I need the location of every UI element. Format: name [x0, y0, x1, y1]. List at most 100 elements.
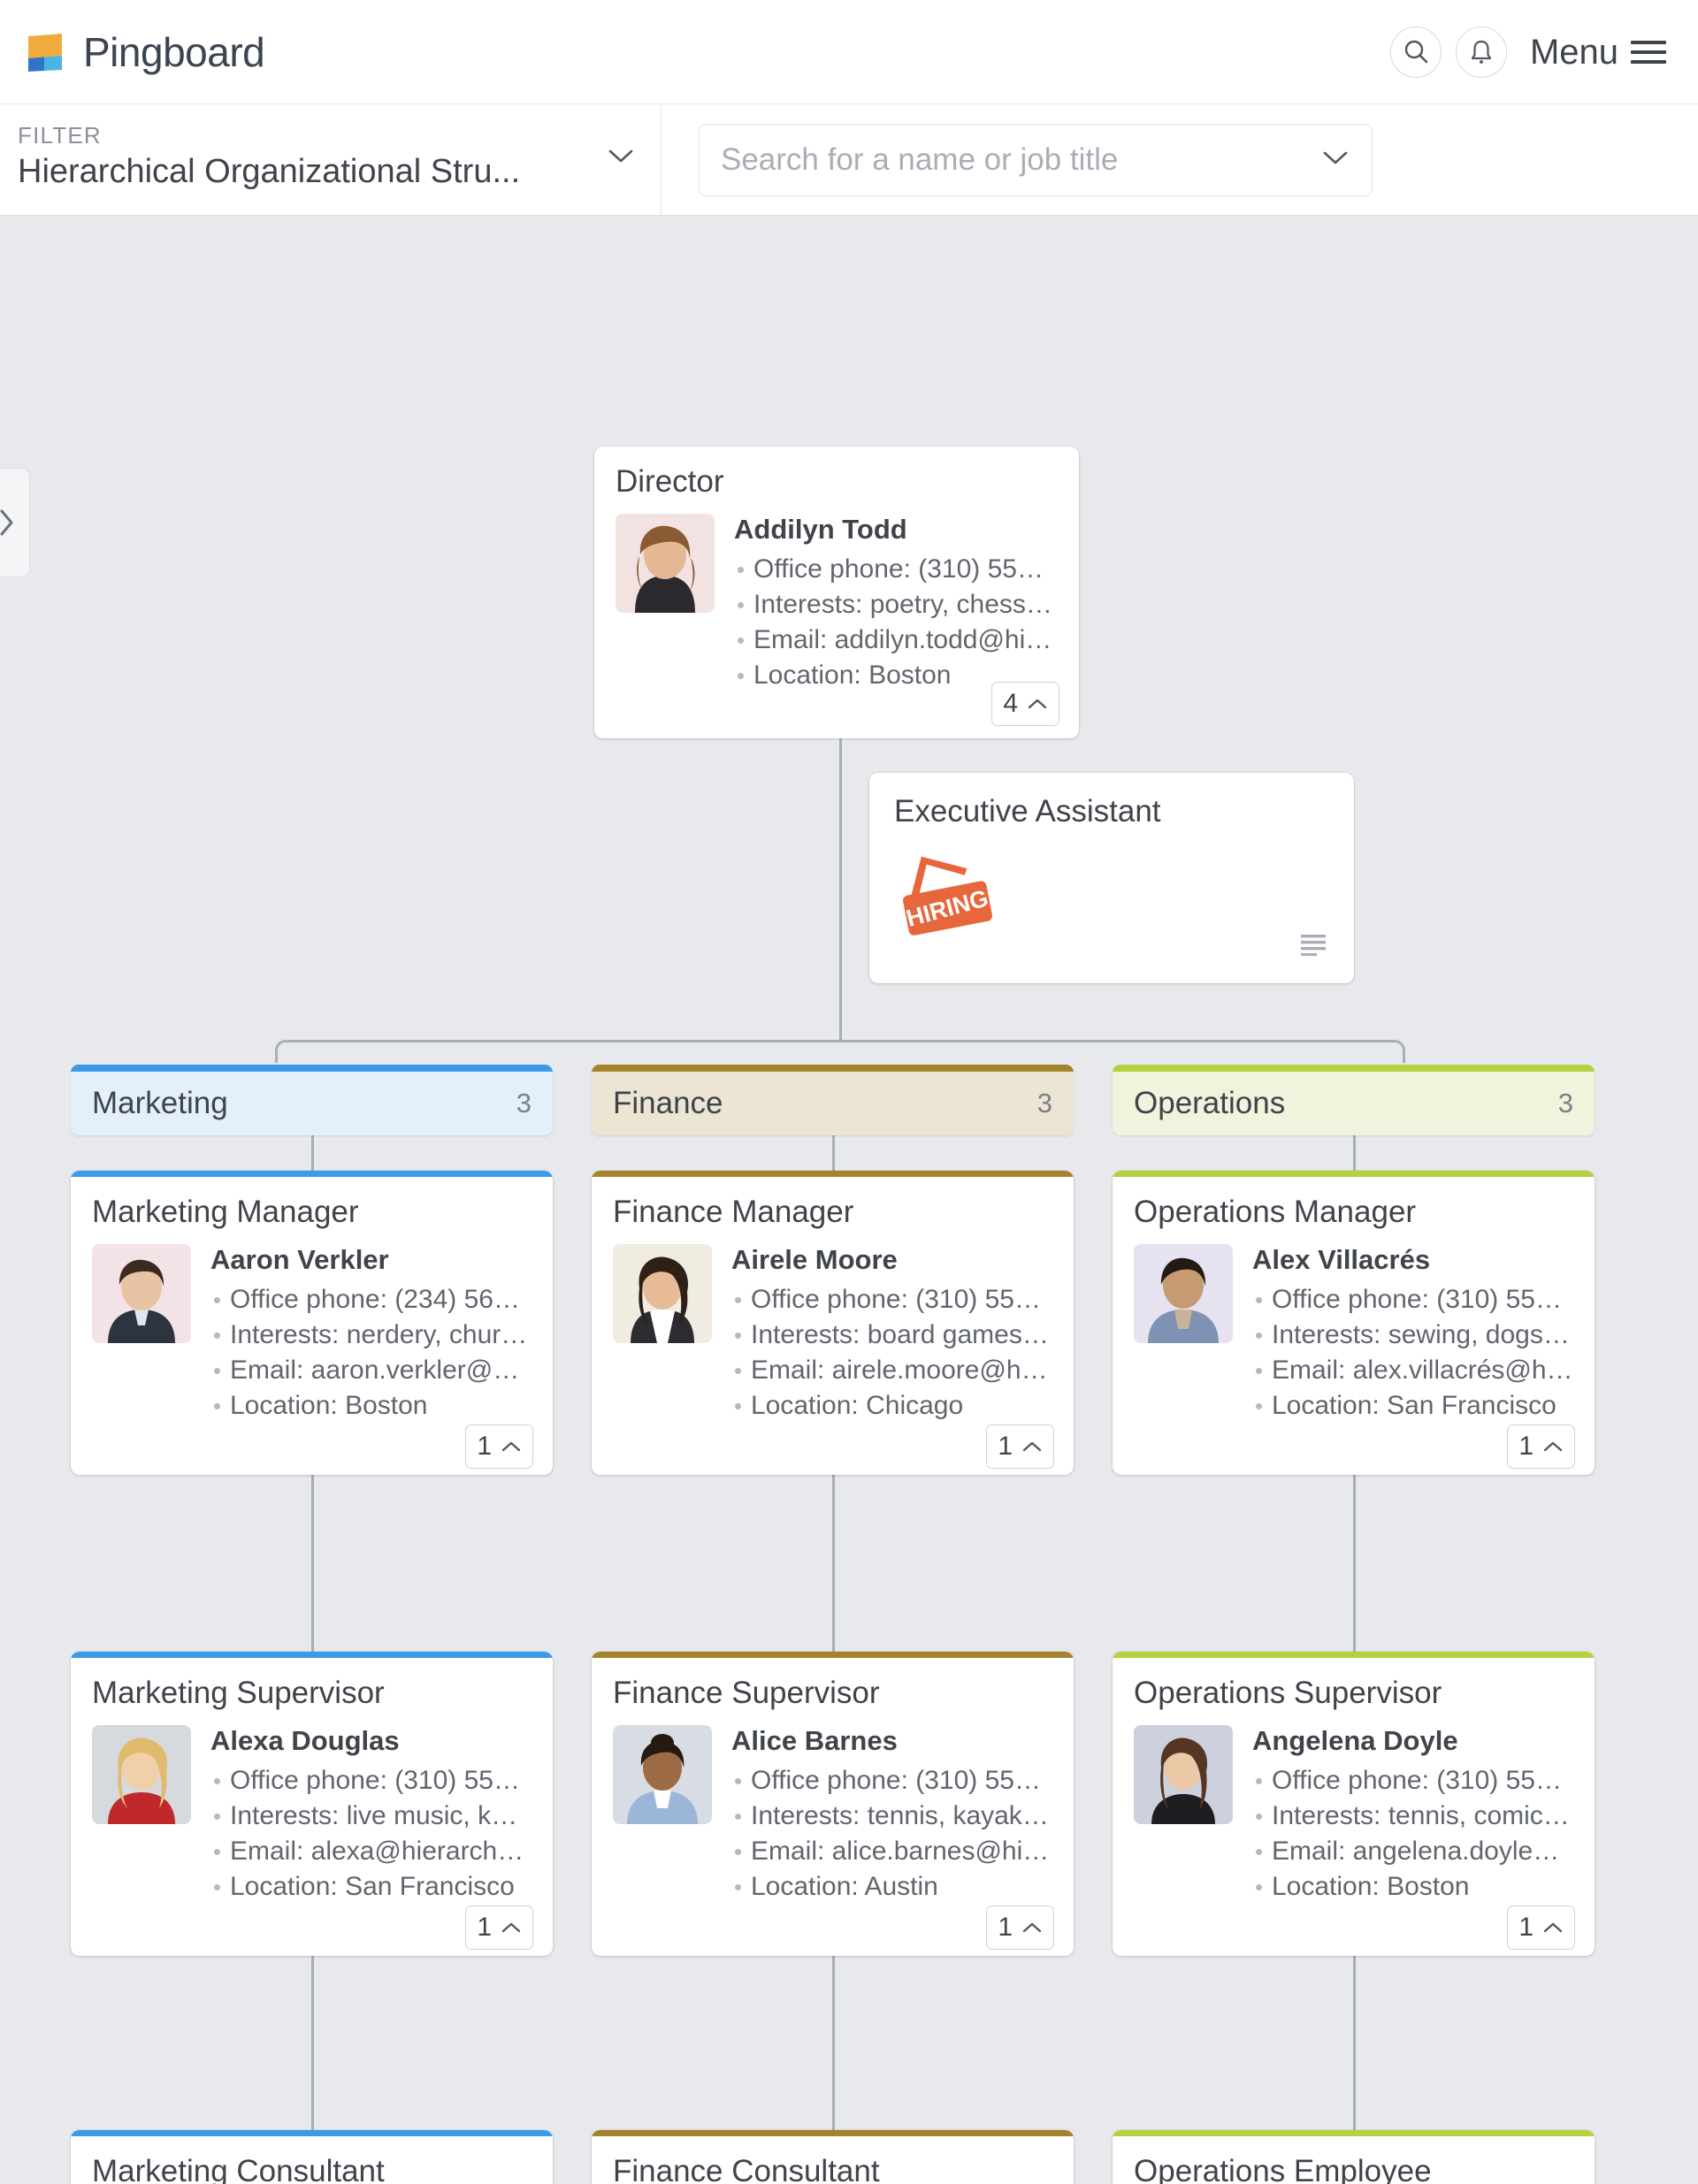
avatar — [613, 1725, 712, 1824]
card-accent — [592, 2130, 1074, 2136]
direct-reports-toggle[interactable]: 1 — [465, 1905, 533, 1950]
direct-reports-toggle[interactable]: 1 — [465, 1424, 533, 1469]
avatar — [92, 1725, 191, 1824]
search-combobox[interactable] — [699, 124, 1373, 196]
attr-email: Email: angelena.doyle@hi... — [1252, 1834, 1573, 1869]
search-input[interactable] — [721, 142, 1322, 178]
attr-location: Location: Chicago — [731, 1388, 1052, 1424]
direct-reports-toggle[interactable]: 1 — [1507, 1424, 1575, 1469]
direct-reports-toggle[interactable]: 1 — [1507, 1905, 1575, 1950]
department-count: 3 — [1036, 1088, 1052, 1119]
card-body: Marketing Consultant Anicet Babin — [71, 2136, 553, 2184]
filter-value: Hierarchical Organizational Stru... — [18, 153, 521, 190]
department-name: Marketing — [92, 1086, 228, 1120]
person: Angelena Doyle Office phone: (310) 555-4… — [1134, 1725, 1573, 1905]
card-accent — [592, 1171, 1074, 1177]
person: Addilyn Todd Office phone: (310) 555-1..… — [616, 514, 1058, 693]
node-card-operations-supervisor[interactable]: Operations Supervisor Angelena Doyle Off… — [1113, 1652, 1595, 1956]
job-title: Finance Manager — [613, 1195, 854, 1229]
direct-reports-count: 1 — [477, 1913, 492, 1942]
avatar — [92, 1244, 191, 1343]
node-card-marketing-manager[interactable]: Marketing Manager Aaron Verkler Office p… — [71, 1171, 553, 1475]
attr-office-phone: Office phone: (310) 555-0... — [731, 1763, 1052, 1798]
department-body: Marketing 3 — [71, 1072, 553, 1135]
department-chip-marketing[interactable]: Marketing 3 — [71, 1065, 553, 1135]
person-info: Addilyn Todd Office phone: (310) 555-1..… — [734, 514, 1058, 693]
chevron-up-icon — [501, 1441, 521, 1452]
attr-interests: Interests: poetry, chess, l... — [734, 587, 1058, 622]
filter-dropdown[interactable]: FILTER Hierarchical Organizational Stru.… — [0, 104, 662, 216]
card-accent — [1113, 1652, 1595, 1658]
connector-marketing-mgr-sup — [311, 1475, 314, 1652]
connector-operations-mgr-sup — [1353, 1475, 1356, 1652]
card-body: Finance Manager Airele Moore Office phon… — [592, 1177, 1074, 1475]
connector-finance-mgr-sup — [832, 1475, 835, 1652]
node-card-director[interactable]: Director Addilyn Todd Office phone: (310… — [594, 447, 1079, 738]
avatar — [616, 514, 715, 613]
node-card-finance-manager[interactable]: Finance Manager Airele Moore Office phon… — [592, 1171, 1074, 1475]
department-chip-operations[interactable]: Operations 3 — [1113, 1065, 1595, 1135]
chevron-up-icon — [1028, 699, 1047, 709]
node-card-marketing-supervisor[interactable]: Marketing Supervisor Alexa Douglas Offic… — [71, 1652, 553, 1956]
bell-icon — [1471, 40, 1492, 64]
header-actions: Menu — [1389, 27, 1666, 78]
person-name: Addilyn Todd — [734, 514, 907, 545]
person: Airele Moore Office phone: (310) 555-1..… — [613, 1244, 1052, 1424]
attr-interests: Interests: nerdery, church,... — [210, 1317, 532, 1353]
direct-reports-toggle[interactable]: 1 — [986, 1424, 1054, 1469]
job-title: Operations Supervisor — [1134, 1676, 1442, 1710]
node-card-operations-manager[interactable]: Operations Manager Alex Villacrés Office… — [1113, 1171, 1595, 1475]
card-accent — [1113, 2130, 1595, 2136]
sidebar-expand-button[interactable] — [0, 468, 30, 577]
attr-email: Email: airele.moore@hiera... — [731, 1353, 1052, 1388]
menu-button[interactable]: Menu — [1530, 33, 1666, 73]
notifications-button[interactable] — [1455, 27, 1507, 78]
node-card-finance-supervisor[interactable]: Finance Supervisor Alice Barnes Office p… — [592, 1652, 1074, 1956]
person-info: Airele Moore Office phone: (310) 555-1..… — [731, 1244, 1052, 1424]
attr-email: Email: alex.villacrés@hiera... — [1252, 1353, 1573, 1388]
card-body: Executive Assistant HIRING — [869, 773, 1354, 983]
direct-reports-count: 1 — [477, 1432, 492, 1461]
person-name: Aaron Verkler — [210, 1244, 389, 1275]
chevron-up-icon — [501, 1922, 521, 1933]
chevron-up-icon — [1022, 1922, 1042, 1933]
card-body: Marketing Manager Aaron Verkler Office p… — [71, 1177, 553, 1475]
direct-reports-toggle[interactable]: 1 — [986, 1905, 1054, 1950]
attr-email: Email: alice.barnes@hierar... — [731, 1834, 1052, 1869]
search-button[interactable] — [1389, 27, 1442, 78]
brand[interactable]: Pingboard — [21, 31, 265, 73]
card-body: Director Addilyn Todd Office phone: (310… — [594, 447, 1079, 738]
filter-bar: FILTER Hierarchical Organizational Stru.… — [0, 104, 1698, 216]
attr-email: Email: aaron.verkler@hier... — [210, 1353, 532, 1388]
department-chip-finance[interactable]: Finance 3 — [592, 1065, 1074, 1135]
job-title: Operations Employee — [1134, 2154, 1432, 2184]
node-card-operations-employee[interactable]: Operations Employee — [1113, 2130, 1595, 2184]
person-name: Angelena Doyle — [1252, 1725, 1458, 1756]
attribute-list: Office phone: (310) 555-1... Interests: … — [731, 1282, 1052, 1424]
attribute-list: Office phone: (310) 555-9... Interests: … — [210, 1763, 532, 1905]
attribute-list: Office phone: (310) 555-0... Interests: … — [731, 1763, 1052, 1905]
job-title: Marketing Supervisor — [92, 1676, 385, 1710]
attr-interests: Interests: board games, fri... — [731, 1317, 1052, 1353]
node-card-executive-assistant[interactable]: Executive Assistant HIRING — [869, 773, 1354, 983]
node-card-finance-consultant[interactable]: Finance Consultant Archie Ratke Office p… — [592, 2130, 1074, 2184]
notes-icon[interactable] — [1299, 933, 1327, 960]
job-title: Finance Supervisor — [613, 1676, 880, 1710]
attr-office-phone: Office phone: (310) 555-1... — [734, 552, 1058, 587]
person-name: Alex Villacrés — [1252, 1244, 1431, 1275]
avatar — [613, 1244, 712, 1343]
attr-interests: Interests: tennis, kayaking... — [731, 1798, 1052, 1834]
direct-reports-toggle[interactable]: 4 — [991, 682, 1059, 726]
connector-marketing-sup-staff — [311, 1953, 314, 2130]
connector-operations-sup-staff — [1353, 1953, 1356, 2130]
card-body: Operations Manager Alex Villacrés Office… — [1113, 1177, 1595, 1475]
person-name: Alexa Douglas — [210, 1725, 400, 1756]
job-title: Operations Manager — [1134, 1195, 1417, 1229]
department-name: Finance — [613, 1086, 723, 1120]
node-card-marketing-consultant[interactable]: Marketing Consultant Anicet Babin — [71, 2130, 553, 2184]
avatar — [1134, 1725, 1233, 1824]
job-title: Director — [616, 464, 724, 499]
hiring-badge-icon: HIRING — [894, 856, 1000, 944]
person-name: Alice Barnes — [731, 1725, 898, 1756]
chevron-down-icon[interactable] — [1322, 150, 1349, 171]
